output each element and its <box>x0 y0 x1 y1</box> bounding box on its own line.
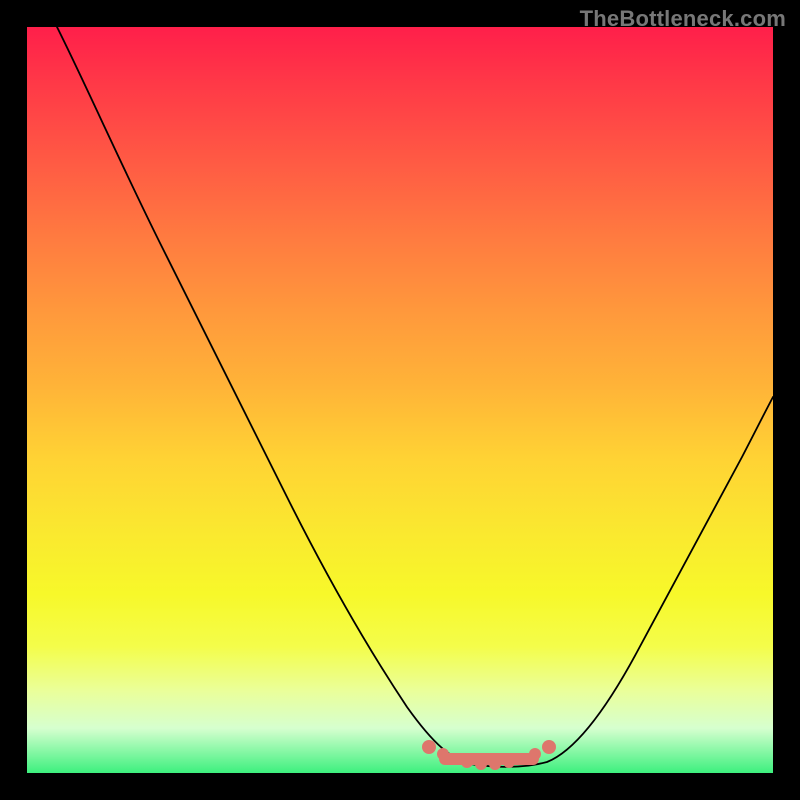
bottleneck-curve <box>57 27 773 767</box>
watermark-text: TheBottleneck.com <box>580 6 786 32</box>
chart-frame: TheBottleneck.com <box>0 0 800 800</box>
chart-plot-area <box>27 27 773 773</box>
chart-svg <box>27 27 773 773</box>
